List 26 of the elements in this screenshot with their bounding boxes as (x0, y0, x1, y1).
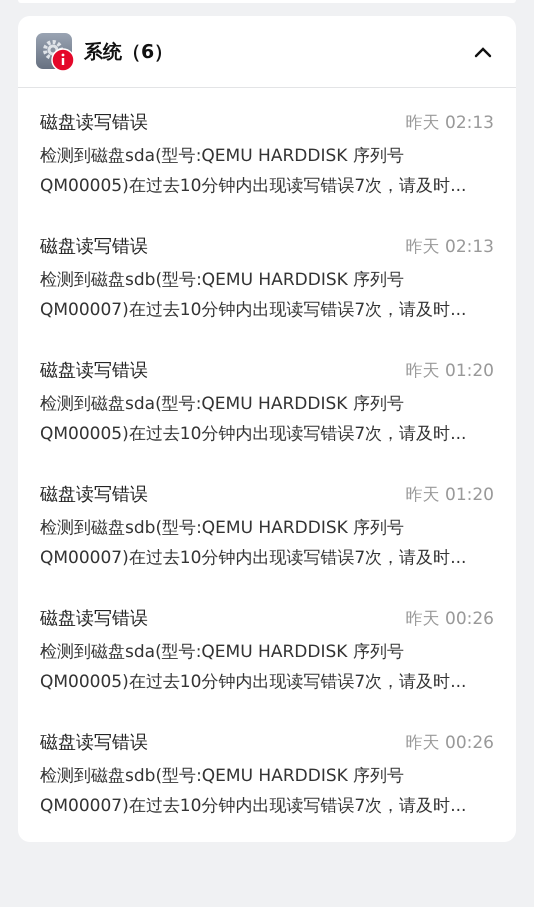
notification-time: 昨天 01:20 (406, 484, 494, 506)
notification-time: 昨天 02:13 (406, 236, 494, 258)
notification-title: 磁盘读写错误 (40, 483, 148, 506)
notification-text-line: QM00005)在过去10分钟内出现读写错误7次，请及时... (40, 175, 468, 198)
notification-time: 昨天 02:13 (406, 112, 494, 134)
notification-text-line: QM00007)在过去10分钟内出现读写错误7次，请及时... (40, 547, 468, 570)
notification-title: 磁盘读写错误 (40, 111, 148, 134)
notification-text-line: 检测到磁盘sdb(型号:QEMU HARDDISK 序列号 (40, 765, 406, 788)
notification-text-line: 检测到磁盘sda(型号:QEMU HARDDISK 序列号 (40, 641, 405, 664)
notification-time: 昨天 01:20 (406, 360, 494, 382)
notification-text-line: QM00007)在过去10分钟内出现读写错误7次，请及时... (40, 299, 468, 322)
settings-alert-icon (36, 32, 74, 70)
notification-title: 磁盘读写错误 (40, 235, 148, 258)
notification-title: 磁盘读写错误 (40, 731, 148, 754)
notification-text-line: QM00005)在过去10分钟内出现读写错误7次，请及时... (40, 671, 468, 694)
notification-title: 磁盘读写错误 (40, 359, 148, 382)
notification-text-line: QM00005)在过去10分钟内出现读写错误7次，请及时... (40, 423, 468, 446)
notification-text-line: 检测到磁盘sdb(型号:QEMU HARDDISK 序列号 (40, 269, 406, 292)
section-title: 系统（6） (84, 40, 174, 64)
notification-text-line: 检测到磁盘sda(型号:QEMU HARDDISK 序列号 (40, 393, 405, 416)
notification-title: 磁盘读写错误 (40, 607, 148, 630)
notification-text-line: QM00007)在过去10分钟内出现读写错误7次，请及时... (40, 795, 468, 818)
notification-time: 昨天 00:26 (406, 732, 494, 754)
notification-text-line: 检测到磁盘sda(型号:QEMU HARDDISK 序列号 (40, 145, 405, 168)
notification-time: 昨天 00:26 (406, 608, 494, 630)
notification-text-line: 检测到磁盘sdb(型号:QEMU HARDDISK 序列号 (40, 517, 406, 540)
